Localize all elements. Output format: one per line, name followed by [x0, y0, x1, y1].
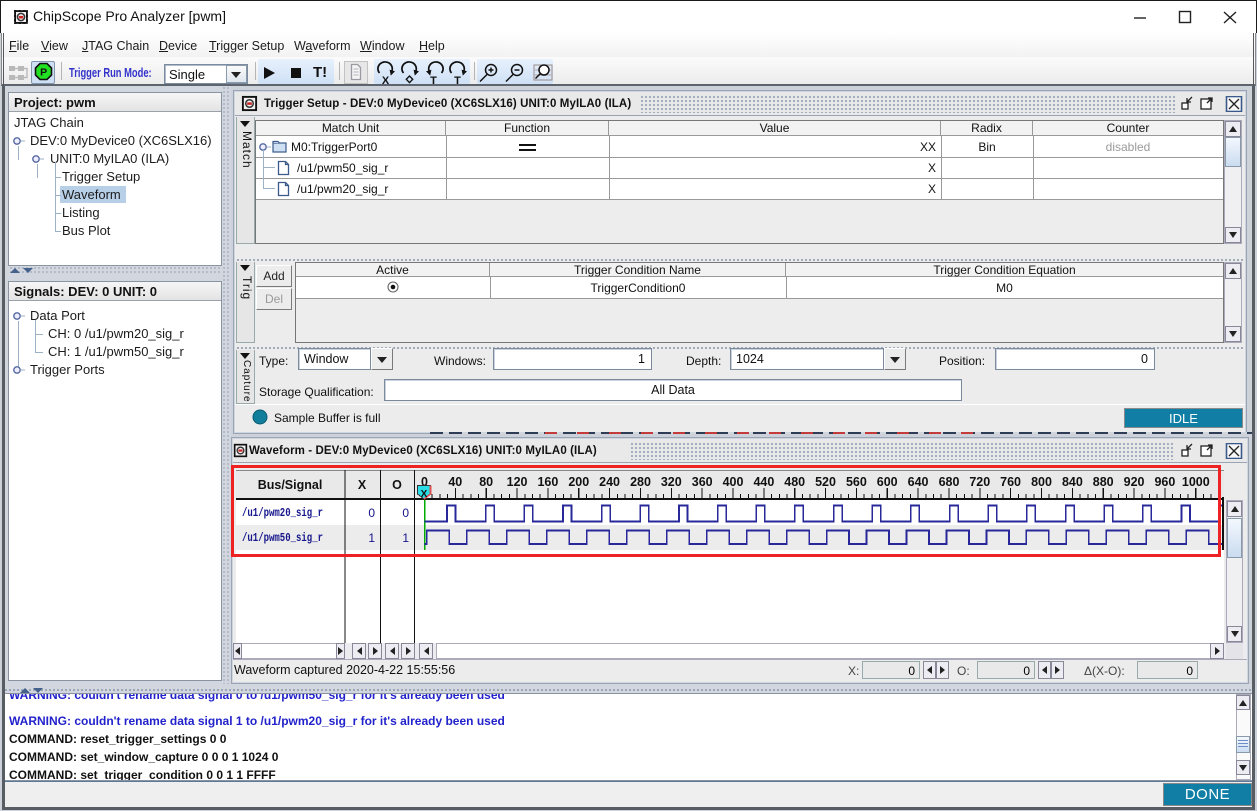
svg-text:T: T: [454, 75, 461, 85]
svg-text:P: P: [40, 66, 47, 78]
svg-text:T: T: [430, 75, 437, 85]
svg-text:X: X: [382, 75, 390, 85]
